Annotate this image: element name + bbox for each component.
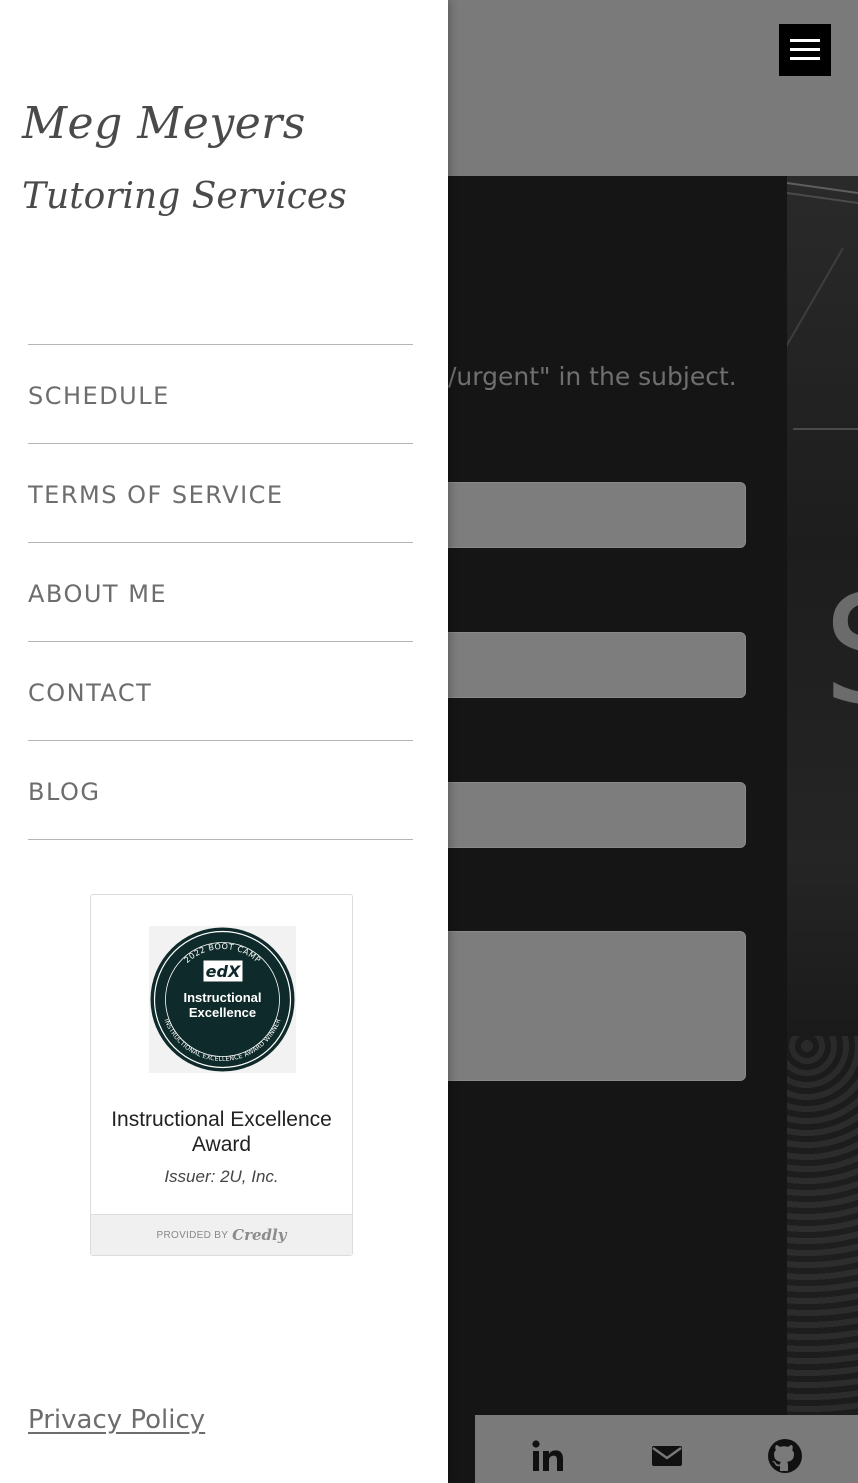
badge-image[interactable]: 2022 BOOT CAMP INSTRUCTIONAL EXCELLENCE … xyxy=(149,926,296,1073)
badge-footer[interactable]: PROVIDED BY Credly xyxy=(91,1214,352,1255)
message-field[interactable] xyxy=(400,931,746,1081)
concert-photo: S xyxy=(787,176,858,1415)
provided-by-label: PROVIDED BY xyxy=(156,1229,229,1241)
menu-toggle-button[interactable] xyxy=(779,24,831,76)
drawer-nav: SCHEDULE TERMS OF SERVICE ABOUT ME CONTA… xyxy=(28,344,413,840)
privacy-policy-link[interactable]: Privacy Policy xyxy=(28,1405,205,1435)
github-icon[interactable] xyxy=(765,1436,805,1476)
email-icon[interactable] xyxy=(647,1436,687,1476)
badge-issuer: Issuer: 2U, Inc. xyxy=(164,1167,279,1186)
nav-item-blog[interactable]: BLOG xyxy=(28,741,413,840)
side-drawer: Meg Meyers Tutoring Services SCHEDULE TE… xyxy=(0,0,448,1483)
subject-field[interactable] xyxy=(400,782,746,848)
email-field[interactable] xyxy=(400,632,746,698)
contact-instruction-text: /urgent" in the subject. xyxy=(448,362,737,391)
edx-logo: edX xyxy=(206,962,241,981)
badge-line1: Instructional xyxy=(183,990,261,1005)
brand-subtitle: Tutoring Services xyxy=(22,176,347,217)
linkedin-icon[interactable] xyxy=(528,1436,568,1476)
brand-name[interactable]: Meg Meyers xyxy=(22,98,306,149)
nav-item-contact[interactable]: CONTACT xyxy=(28,642,413,741)
badge-title[interactable]: Instructional Excellence Award xyxy=(91,1107,352,1157)
nav-item-schedule[interactable]: SCHEDULE xyxy=(28,345,413,444)
nav-item-about-me[interactable]: ABOUT ME xyxy=(28,543,413,642)
badge-line2: Excellence xyxy=(189,1005,256,1020)
nav-item-terms-of-service[interactable]: TERMS OF SERVICE xyxy=(28,444,413,543)
name-field[interactable] xyxy=(400,482,746,548)
credly-logo: Credly xyxy=(232,1226,287,1244)
credly-badge-card[interactable]: 2022 BOOT CAMP INSTRUCTIONAL EXCELLENCE … xyxy=(90,894,353,1256)
